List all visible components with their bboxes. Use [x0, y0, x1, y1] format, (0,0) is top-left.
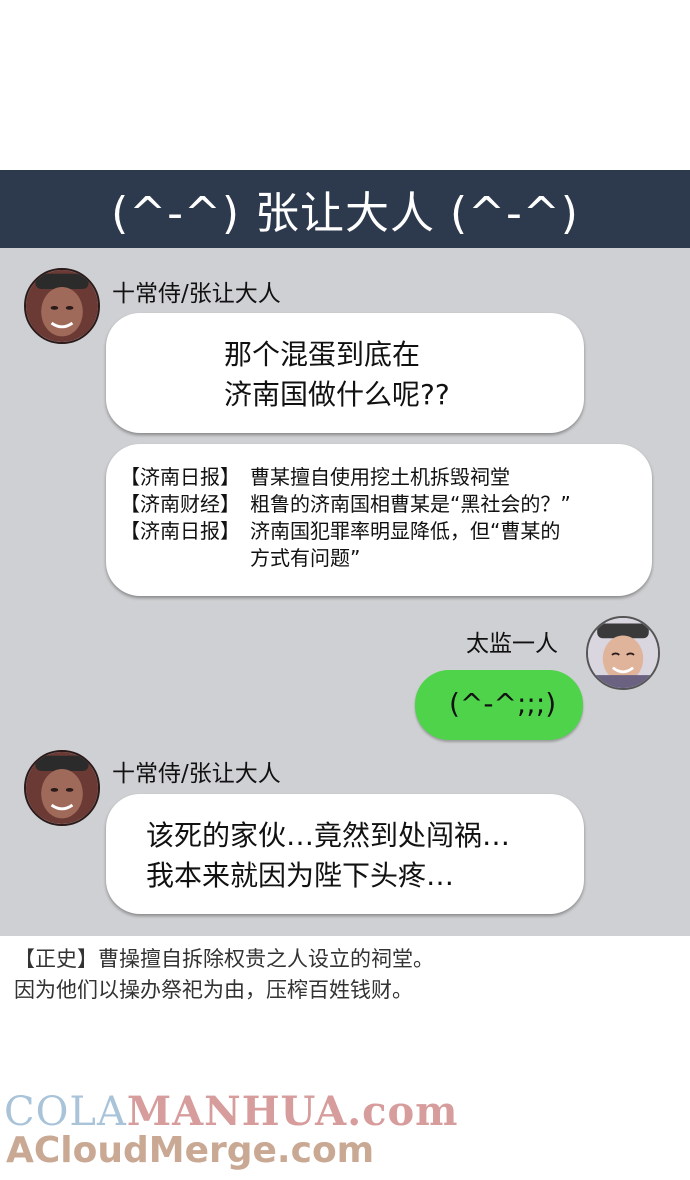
avatar-zhang-rang[interactable] [24, 268, 100, 344]
news-source: 【济南日报】 [120, 519, 240, 543]
chat-area: 十常侍/张让大人 那个混蛋到底在 济南国做什么呢?? 【济南日报】 曹某擅自使用… [0, 248, 690, 936]
news-bubble: 【济南日报】 曹某擅自使用挖土机拆毁祠堂 【济南财经】 粗鲁的济南国相曹某是“黑… [106, 444, 652, 596]
news-list: 【济南日报】 曹某擅自使用挖土机拆毁祠堂 【济南财经】 粗鲁的济南国相曹某是“黑… [120, 464, 571, 572]
news-headline: 济南国犯罪率明显降低，但“曹某的 方式有问题” [250, 519, 561, 570]
news-item: 【济南财经】 粗鲁的济南国相曹某是“黑社会的？” [120, 491, 571, 518]
message-text: 那个混蛋到底在 济南国做什么呢?? [224, 338, 450, 411]
news-headline: 粗鲁的济南国相曹某是“黑社会的？” [250, 492, 571, 516]
sender-name: 太监一人 [466, 631, 558, 657]
chat-title: (^-^) 张让大人 (^-^) [111, 188, 579, 239]
avatar-zhang-rang[interactable] [24, 750, 100, 826]
watermark-acloudmerge: ACloudMerge.com [6, 1130, 375, 1171]
self-message-bubble: (^-^;;;) [415, 670, 583, 740]
message-bubble: 那个混蛋到底在 济南国做什么呢?? [106, 313, 584, 433]
message-bubble: 该死的家伙…竟然到处闯祸… 我本来就因为陛下头疼… [106, 794, 584, 914]
history-footnote: 【正史】曹操擅自拆除权贵之人设立的祠堂。 因为他们以操办祭祀为由，压榨百姓钱财。 [14, 947, 434, 1002]
message-text: 该死的家伙…竟然到处闯祸… 我本来就因为陛下头疼… [146, 819, 511, 892]
news-source: 【济南财经】 [120, 492, 240, 516]
sender-name: 十常侍/张让大人 [112, 761, 281, 787]
chat-title-bar: (^-^) 张让大人 (^-^) [0, 170, 690, 248]
avatar-eunuch[interactable] [586, 616, 660, 690]
sender-name: 十常侍/张让大人 [112, 281, 281, 307]
news-item: 【济南日报】 济南国犯罪率明显降低，但“曹某的 方式有问题” [120, 518, 571, 572]
watermark-colamanhua: COLAMANHUA.com [4, 1088, 459, 1135]
news-item: 【济南日报】 曹某擅自使用挖土机拆毁祠堂 [120, 464, 571, 491]
message-text: (^-^;;;) [449, 687, 557, 720]
news-source: 【济南日报】 [120, 465, 240, 489]
news-headline: 曹某擅自使用挖土机拆毁祠堂 [250, 465, 510, 489]
